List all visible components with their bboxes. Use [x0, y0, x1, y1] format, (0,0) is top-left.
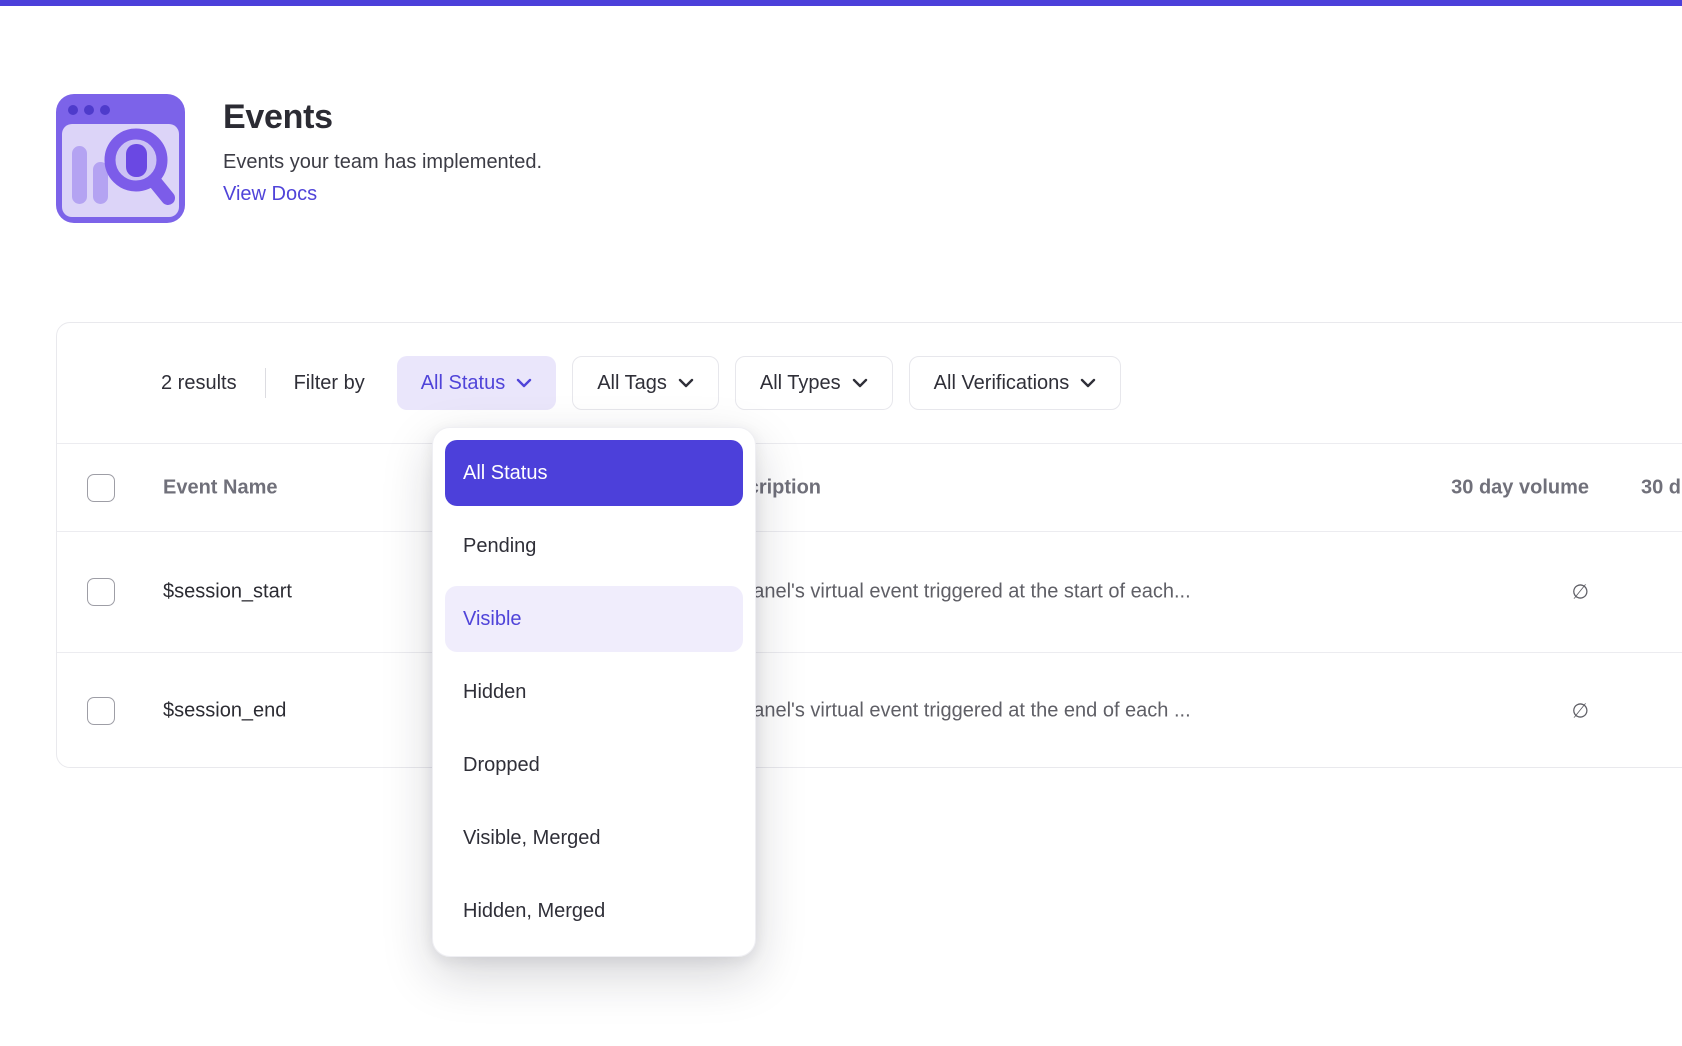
filter-by-label: Filter by	[294, 372, 365, 395]
tags-filter-label: All Tags	[597, 372, 667, 395]
dropdown-item-pending[interactable]: Pending	[445, 513, 743, 579]
tags-filter-button[interactable]: All Tags	[572, 356, 719, 410]
results-count: 2 results	[161, 372, 237, 395]
row-checkbox[interactable]	[87, 578, 115, 606]
column-header-event-name[interactable]: Event Name	[163, 476, 278, 499]
types-filter-button[interactable]: All Types	[735, 356, 893, 410]
chevron-down-icon	[1080, 378, 1096, 388]
dropdown-item-hidden[interactable]: Hidden	[445, 659, 743, 725]
status-filter-button[interactable]: All Status	[397, 356, 556, 410]
page-title: Events	[223, 98, 542, 137]
row-checkbox[interactable]	[87, 697, 115, 725]
dropdown-item-visible-merged[interactable]: Visible, Merged	[445, 805, 743, 871]
filter-divider	[265, 368, 266, 398]
table-row[interactable]: $session_start Mixpanel's virtual event …	[57, 532, 1682, 653]
event-30-day-volume: ∅	[1374, 698, 1589, 723]
status-filter-label: All Status	[421, 372, 505, 395]
chevron-down-icon	[516, 378, 532, 388]
events-card: 2 results Filter by All Status All Tags …	[56, 322, 1682, 768]
filter-bar: 2 results Filter by All Status All Tags …	[57, 323, 1682, 443]
event-description: Mixpanel's virtual event triggered at th…	[711, 699, 1191, 722]
verifications-filter-button[interactable]: All Verifications	[909, 356, 1122, 410]
top-accent-bar	[0, 0, 1682, 6]
dropdown-item-dropped[interactable]: Dropped	[445, 732, 743, 798]
types-filter-label: All Types	[760, 372, 841, 395]
event-name: $session_start	[163, 581, 292, 604]
table-row[interactable]: $session_end Mixpanel's virtual event tr…	[57, 653, 1682, 768]
column-header-30-day-volume[interactable]: 30 day volume	[1374, 476, 1589, 499]
column-header-clipped[interactable]: 30 d	[1641, 476, 1681, 499]
table-header-row: Event Name Description 30 day volume 30 …	[57, 443, 1682, 532]
page-header: Events Events your team has implemented.…	[56, 94, 542, 223]
select-all-checkbox[interactable]	[87, 474, 115, 502]
page-subtitle: Events your team has implemented.	[223, 151, 542, 174]
event-30-day-volume: ∅	[1374, 580, 1589, 605]
dropdown-item-visible[interactable]: Visible	[445, 586, 743, 652]
status-dropdown-menu: All Status Pending Visible Hidden Droppe…	[432, 427, 756, 957]
event-name: $session_end	[163, 699, 286, 722]
dropdown-item-all-status[interactable]: All Status	[445, 440, 743, 506]
verifications-filter-label: All Verifications	[934, 372, 1070, 395]
dropdown-item-hidden-merged[interactable]: Hidden, Merged	[445, 878, 743, 944]
chevron-down-icon	[678, 378, 694, 388]
view-docs-link[interactable]: View Docs	[223, 183, 542, 206]
events-page-icon	[56, 94, 185, 223]
chevron-down-icon	[852, 378, 868, 388]
event-description: Mixpanel's virtual event triggered at th…	[711, 581, 1191, 604]
